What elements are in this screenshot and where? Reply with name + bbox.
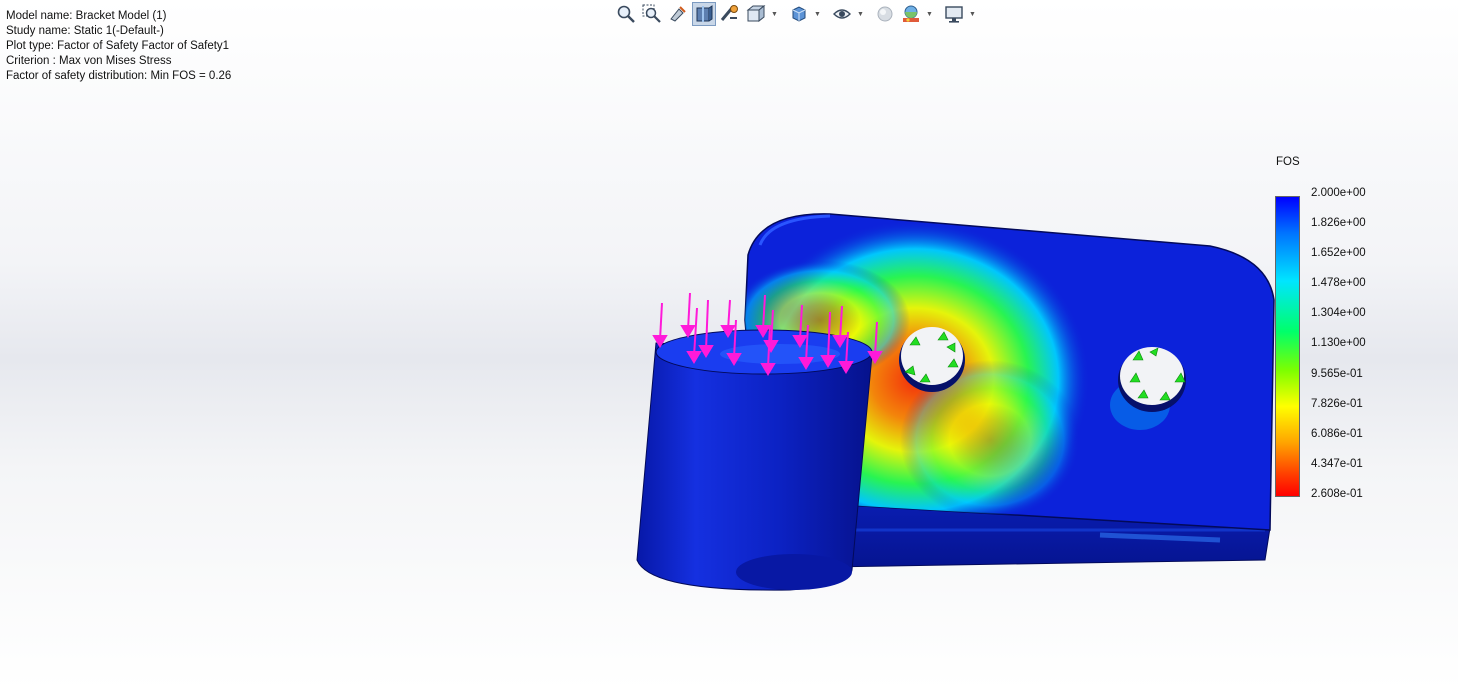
legend-label: 9.565e-01: [1311, 367, 1363, 380]
legend-label: 6.086e-01: [1311, 427, 1363, 440]
graphics-viewport[interactable]: [0, 0, 1458, 690]
hole-left: [899, 327, 965, 392]
legend-title: FOS: [1276, 156, 1300, 168]
hole-right: [1118, 347, 1186, 412]
fos-color-scale: [1275, 196, 1300, 497]
legend-label: 4.347e-01: [1311, 457, 1363, 470]
legend-label: 1.826e+00: [1311, 217, 1366, 230]
legend-label: 7.826e-01: [1311, 397, 1363, 410]
legend-label: 1.304e+00: [1311, 307, 1366, 320]
legend-labels: 2.000e+00 1.826e+00 1.652e+00 1.478e+00 …: [1311, 186, 1366, 517]
bracket-cylinder-boss: [636, 329, 873, 591]
legend-label: 2.000e+00: [1311, 187, 1366, 199]
legend-label: 1.130e+00: [1311, 337, 1366, 350]
legend-label: 1.652e+00: [1311, 247, 1366, 260]
legend-label: 2.608e-01: [1311, 487, 1363, 500]
legend-label: 1.478e+00: [1311, 277, 1366, 290]
